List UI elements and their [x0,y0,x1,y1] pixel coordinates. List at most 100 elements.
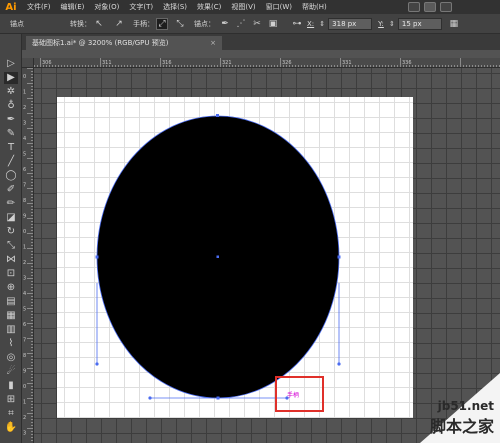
ruler-label: 1 [23,90,26,96]
app-logo: Ai [5,1,17,13]
remove-anchor-icon[interactable]: ✒ [219,18,231,30]
show-handles-icon[interactable]: ⤢ [156,17,168,30]
x-label: X: [307,19,315,28]
width-tool-icon[interactable]: ⋈ [4,254,18,266]
menu-edit[interactable]: 编辑(E) [56,2,90,12]
ruler-label: 306 [42,60,52,66]
artboard[interactable]: 手柄 [57,97,413,418]
horizontal-ruler[interactable]: 306 311 316 321 326 331 336 [34,58,500,68]
ruler-label: 9 [23,369,26,375]
ruler-label: 6 [23,167,26,173]
pencil-tool-icon[interactable]: ✏ [4,198,18,210]
menu-effect[interactable]: 效果(C) [192,2,226,12]
anchor-label: 锚点： [194,19,215,28]
ruler-label: 0 [23,384,26,390]
ruler-label: 4 [23,291,26,297]
eraser-tool-icon[interactable]: ◪ [4,212,18,224]
ruler-label: 7 [23,183,26,189]
line-tool-icon[interactable]: ╱ [4,156,18,168]
lasso-tool-icon[interactable]: ♁ [4,100,18,112]
brush-workspace-icon[interactable] [440,2,452,12]
menu-select[interactable]: 选择(S) [158,2,192,12]
type-tool-icon[interactable]: T [4,142,18,154]
symbol-sprayer-tool-icon[interactable]: ☄ [4,366,18,378]
ruler-label: 331 [342,60,352,66]
magic-wand-tool-icon[interactable]: ✲ [4,86,18,98]
workspace-controls [408,2,452,12]
cut-path-icon[interactable]: ✂ [251,18,263,30]
layout-icon[interactable] [408,2,420,12]
vertical-ruler[interactable]: 0 1 2 3 4 5 6 7 8 9 0 1 2 3 4 5 6 7 8 9 0 1 2 3 [22,68,34,443]
y-stepper-icon[interactable]: ⇕ [386,18,398,30]
horizontal-ruler-ticks: 306 311 316 321 326 331 336 [34,58,500,67]
control-bar: 锚点 转换： ↖ ↗ 手柄： ⤢ ⤡ 锚点： ✒ ⋰ ✂ ▣ ⊶ X: ⇕ 31… [0,14,500,34]
pen-tool-icon[interactable]: ✒ [4,114,18,126]
curvature-tool-icon[interactable]: ✎ [4,128,18,140]
handle-label: 手柄： [133,19,154,28]
hand-tool-icon[interactable]: ✋ [4,422,18,434]
stock-icon[interactable] [424,2,436,12]
ruler-label: 8 [23,353,26,359]
ruler-label: 3 [23,276,26,282]
direct-selection-tool-icon[interactable]: ▶ [4,72,18,84]
eyedropper-tool-icon[interactable]: ⌇ [4,338,18,350]
close-icon[interactable]: × [210,36,216,50]
menu-type[interactable]: 文字(T) [124,2,158,12]
mesh-tool-icon[interactable]: ▦ [4,310,18,322]
document-tab[interactable]: 基础图标1.ai* @ 3200% (RGB/GPU 预览) × [26,36,222,50]
selection-tool-icon[interactable]: ▷ [4,58,18,70]
shape-builder-tool-icon[interactable]: ⊕ [4,282,18,294]
isolate-icon[interactable]: ▣ [267,18,279,30]
left-anchor[interactable] [95,255,99,259]
slice-tool-icon[interactable]: ⌗ [4,408,18,420]
transform-icon[interactable]: ▦ [448,18,460,30]
ruler-label: 7 [23,338,26,344]
menu-view[interactable]: 视图(V) [226,2,260,12]
ruler-label: 1 [23,400,26,406]
top-anchor[interactable] [216,114,219,117]
x-field[interactable]: 318 px [328,17,373,30]
ruler-label: 2 [23,415,26,421]
scale-tool-icon[interactable]: ⤡ [4,240,18,252]
bottom-left-handle-point[interactable] [148,396,152,400]
artboard-tool-icon[interactable]: ⊞ [4,394,18,406]
right-handle-point[interactable] [337,362,341,366]
ruler-label: 5 [23,307,26,313]
menu-object[interactable]: 对象(O) [89,2,124,12]
column-graph-tool-icon[interactable]: ▮ [4,380,18,392]
handle-hint-label: 手柄 [287,391,299,399]
ellipse-tool-icon[interactable]: ◯ [4,170,18,182]
ruler-label: 3 [23,121,26,127]
blend-tool-icon[interactable]: ◎ [4,352,18,364]
rotate-tool-icon[interactable]: ↻ [4,226,18,238]
align-anchor-icon[interactable]: ⊶ [291,18,303,30]
canvas-area[interactable]: 手柄 jb51.net 脚本之家 [34,68,500,443]
right-anchor[interactable] [337,255,341,259]
paintbrush-tool-icon[interactable]: ✐ [4,184,18,196]
bottom-anchor[interactable] [216,396,220,400]
watermark-url: jb51.net [437,399,494,413]
menu-file[interactable]: 文件(F) [22,2,56,12]
left-handle-point[interactable] [95,362,99,366]
ruler-label: 326 [282,60,292,66]
ruler-label: 0 [23,74,26,80]
ruler-label: 3 [23,431,26,437]
x-stepper-icon[interactable]: ⇕ [316,18,328,30]
ruler-corner[interactable] [22,58,34,68]
menu-window[interactable]: 窗口(W) [261,2,297,12]
convert-to-corner-icon[interactable]: ↖ [93,18,105,30]
hide-handles-icon[interactable]: ⤡ [174,18,186,30]
convert-to-smooth-icon[interactable]: ↗ [113,18,125,30]
y-label: Y: [378,19,384,28]
y-field[interactable]: 15 px [397,17,442,30]
gradient-tool-icon[interactable]: ▥ [4,324,18,336]
artwork: 手柄 [95,114,341,412]
center-point [216,255,219,258]
free-transform-tool-icon[interactable]: ⊡ [4,268,18,280]
connect-anchor-icon[interactable]: ⋰ [235,18,247,30]
perspective-grid-tool-icon[interactable]: ▤ [4,296,18,308]
ruler-label: 336 [402,60,412,66]
ruler-label: 4 [23,136,26,142]
menu-help[interactable]: 帮助(H) [297,2,332,12]
ruler-label: 321 [222,60,232,66]
